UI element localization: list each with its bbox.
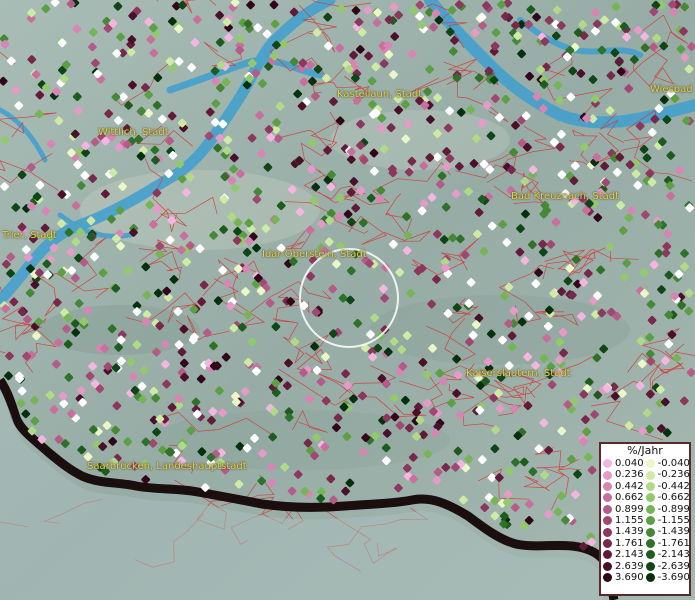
city-kastellaun[interactable]: Kastellaun, Stadt <box>337 89 422 100</box>
legend-negative-row: -1.439 <box>645 526 690 538</box>
legend-negative-swatch <box>645 470 655 480</box>
legend-positive-row: 0.442 <box>603 481 644 492</box>
legend-positive-swatch <box>603 504 612 514</box>
legend-positive-swatch <box>603 573 612 583</box>
legend-positive-swatch <box>603 550 612 560</box>
legend-positive-value: 0.662 <box>615 492 644 504</box>
legend-negative-row: -2.143 <box>645 549 690 561</box>
legend-positive-row: 2.639 <box>603 561 644 572</box>
legend: %/Jahr 0.040 0.236 0.442 0.662 0.899 1.155 1.4… <box>599 442 691 596</box>
legend-positive-row: 3.690 <box>603 572 644 583</box>
legend-negative-row: -2.639 <box>645 560 690 572</box>
legend-positive-swatch <box>603 459 612 469</box>
legend-positive-row: 1.761 <box>603 538 644 549</box>
legend-negative-value: -0.442 <box>657 480 690 492</box>
legend-positive-swatch <box>603 527 612 537</box>
legend-negative-row: -0.040 <box>645 458 690 469</box>
legend-positive-row: 0.040 <box>603 458 644 469</box>
map-view[interactable]: Kastellaun, Stadt Wiesbad Wittlich, Stad… <box>0 0 695 600</box>
legend-negative-value: -3.690 <box>657 571 690 583</box>
legend-negative-row: -3.690 <box>645 571 690 583</box>
legend-positive-value: 1.439 <box>615 526 644 538</box>
city-bad-kreuznach[interactable]: Bad Kreuznach, Stadt <box>511 191 619 202</box>
legend-negative-value: -1.439 <box>657 526 690 538</box>
legend-negative-value: -0.040 <box>657 458 690 469</box>
legend-negative-value: -0.236 <box>657 469 690 481</box>
legend-negative-swatch <box>645 538 655 548</box>
legend-positive-value: 1.155 <box>615 514 644 526</box>
legend-negative-value: -0.662 <box>657 492 690 504</box>
legend-title: %/Jahr <box>627 444 663 457</box>
city-wittlich[interactable]: Wittlich, Stadt <box>98 127 169 138</box>
legend-negative-row: -1.155 <box>645 514 690 526</box>
legend-negative-swatch <box>645 493 655 503</box>
legend-positive-value: 0.899 <box>615 503 644 515</box>
legend-negative-value: -0.899 <box>657 503 690 515</box>
city-trier[interactable]: Trier, Stadt <box>2 230 57 241</box>
legend-negative-swatch <box>645 573 655 583</box>
legend-positive-swatch <box>603 493 612 503</box>
legend-negative-value: -1.761 <box>657 537 690 549</box>
legend-positive-value: 2.639 <box>615 560 644 572</box>
legend-negative-row: -0.442 <box>645 480 690 492</box>
legend-negative-row: -1.761 <box>645 537 690 549</box>
legend-negative-swatch <box>645 561 655 571</box>
legend-negative-row: -0.662 <box>645 492 690 504</box>
city-saarbruecken[interactable]: Saarbrücken, Landeshauptstadt <box>87 461 247 472</box>
legend-positive-value: 0.442 <box>615 480 644 492</box>
legend-positive-column: 0.040 0.236 0.442 0.662 0.899 1.155 1.439 1.761… <box>601 458 644 583</box>
legend-positive-value: 0.236 <box>615 469 644 481</box>
legend-positive-swatch <box>603 561 612 571</box>
legend-negative-row: -0.899 <box>645 503 690 515</box>
city-kaiserslautern[interactable]: Kaiserslautern, Stadt <box>466 368 571 379</box>
legend-positive-row: 0.236 <box>603 469 644 480</box>
legend-negative-swatch <box>645 481 655 491</box>
legend-positive-value: 1.761 <box>615 537 644 549</box>
legend-positive-swatch <box>603 481 612 491</box>
legend-positive-swatch <box>603 470 612 480</box>
legend-positive-row: 1.439 <box>603 526 644 537</box>
legend-positive-row: 2.143 <box>603 549 644 560</box>
legend-positive-swatch <box>603 516 612 526</box>
legend-negative-swatch <box>645 527 655 537</box>
legend-negative-swatch <box>645 516 655 526</box>
legend-negative-swatch <box>645 504 655 514</box>
legend-negative-swatch <box>645 550 655 560</box>
legend-negative-value: -2.143 <box>657 549 690 561</box>
city-wiesbaden[interactable]: Wiesbad <box>650 84 693 95</box>
legend-positive-value: 0.040 <box>615 458 644 469</box>
legend-positive-row: 0.662 <box>603 492 644 503</box>
legend-negative-value: -2.639 <box>657 560 690 572</box>
city-idar-oberstein[interactable]: Idar-Oberstein, Stadt <box>262 249 367 260</box>
legend-positive-row: 1.155 <box>603 515 644 526</box>
legend-negative-value: -1.155 <box>657 514 690 526</box>
legend-positive-value: 2.143 <box>615 549 644 561</box>
legend-negative-column: -0.040 -0.236 -0.442 -0.662 -0.899 -1.155 -1.4… <box>644 458 690 583</box>
legend-positive-row: 0.899 <box>603 504 644 515</box>
legend-positive-swatch <box>603 538 612 548</box>
legend-positive-value: 3.690 <box>615 571 644 583</box>
legend-negative-swatch <box>645 459 655 469</box>
legend-negative-row: -0.236 <box>645 469 690 481</box>
